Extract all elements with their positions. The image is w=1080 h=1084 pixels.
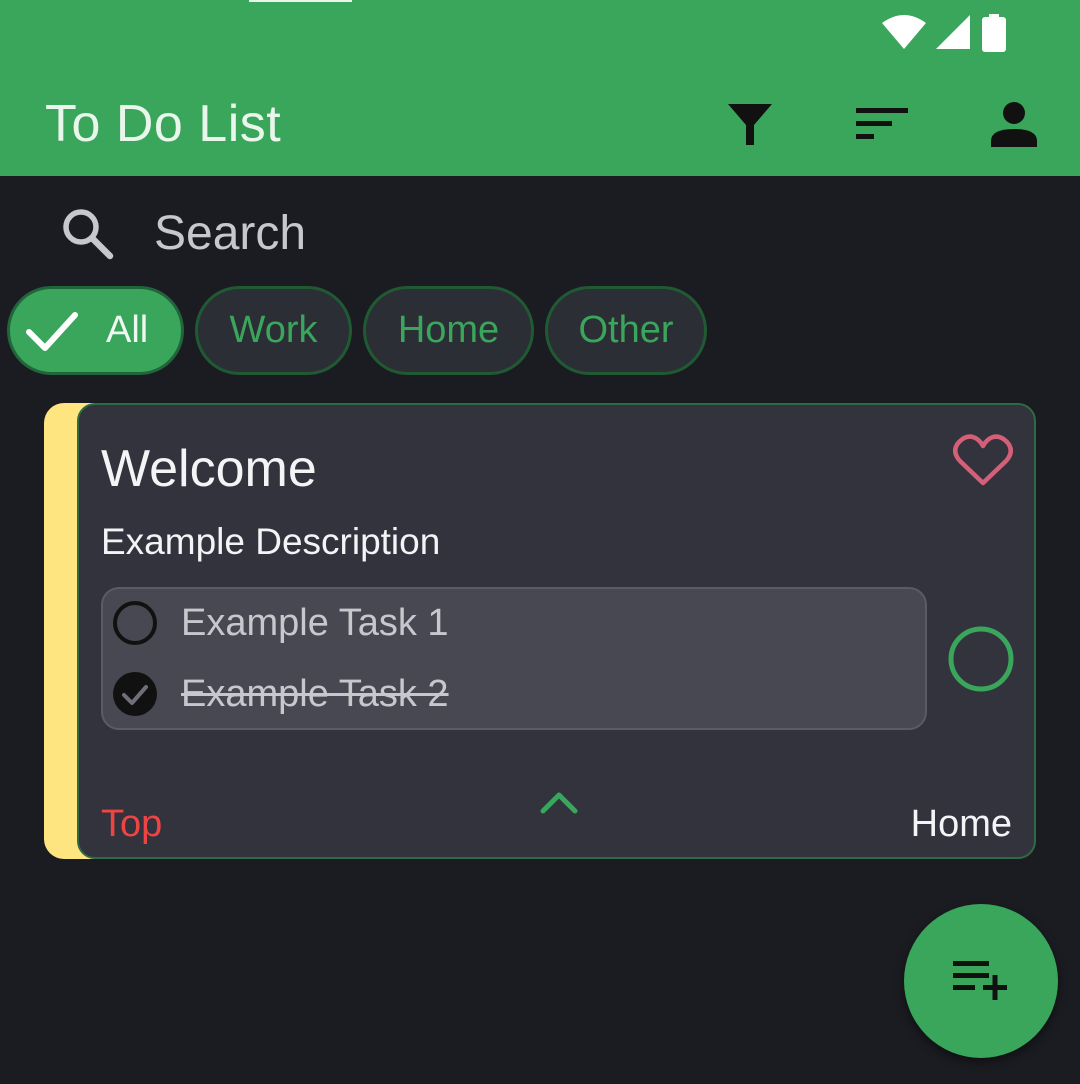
status-bar (0, 0, 1080, 70)
app-title: To Do List (45, 95, 282, 153)
unchecked-circle-icon[interactable] (111, 599, 159, 647)
chip-other[interactable]: Other (545, 286, 707, 375)
chip-all[interactable]: All (7, 286, 184, 375)
task-item[interactable]: Example Task 2 (111, 664, 449, 724)
battery-icon (982, 14, 1006, 52)
task-label: Example Task 2 (181, 672, 449, 715)
sort-icon (856, 108, 908, 139)
chip-label: Home (397, 309, 500, 351)
status-icons (882, 14, 1006, 52)
task-label: Example Task 1 (181, 601, 449, 644)
person-icon (991, 102, 1037, 147)
account-button[interactable] (986, 96, 1042, 152)
chip-label: Other (578, 309, 674, 351)
search-bar[interactable] (60, 198, 1020, 268)
filter-icon (728, 104, 772, 145)
category-label: Home (910, 803, 1012, 845)
app-bar: To Do List (0, 0, 1080, 176)
todo-card[interactable]: Welcome Example Description Example Task… (77, 403, 1036, 859)
search-icon (63, 209, 114, 260)
priority-label: Top (101, 803, 163, 845)
search-input[interactable] (154, 205, 954, 261)
signal-icon (936, 15, 970, 49)
checked-circle-icon[interactable] (111, 670, 159, 718)
card-description: Example Description (101, 521, 441, 562)
task-item[interactable]: Example Task 1 (111, 593, 449, 653)
filter-button[interactable] (722, 96, 778, 152)
chip-label: Work (229, 309, 318, 351)
chevron-up-icon[interactable] (539, 789, 579, 817)
add-list-button[interactable] (904, 904, 1058, 1058)
check-icon (26, 311, 78, 351)
playlist-add-icon (953, 961, 1007, 1000)
app-root: To Do List Search All Work Home Other We… (0, 0, 1080, 1084)
status-notch (249, 0, 352, 2)
chip-work[interactable]: Work (195, 286, 352, 375)
wifi-icon (882, 15, 926, 49)
chip-label: All (106, 309, 149, 351)
heart-icon[interactable] (953, 433, 1013, 489)
task-list: Example Task 1 Example Task 2 (101, 587, 927, 730)
chip-home[interactable]: Home (363, 286, 534, 375)
complete-circle-icon[interactable] (947, 625, 1015, 693)
sort-button[interactable] (854, 96, 910, 152)
card-title: Welcome (101, 440, 317, 498)
